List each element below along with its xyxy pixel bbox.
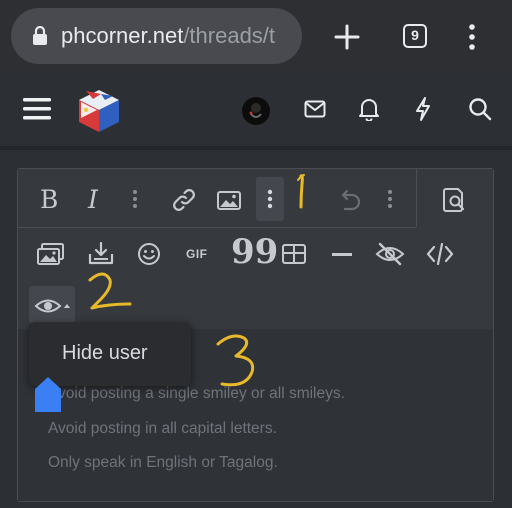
mail-icon[interactable] [304,100,326,118]
tab-switcher-button[interactable]: 9 [403,24,427,48]
code-icon[interactable] [426,242,454,266]
url-path: /threads/t [183,23,276,48]
bell-icon[interactable] [358,97,380,121]
bold-button[interactable]: B [40,185,58,214]
undo-icon[interactable] [338,189,362,211]
menu-icon[interactable] [23,97,51,121]
more-insert-icon [267,189,273,209]
search-icon[interactable] [468,97,492,121]
browser-menu-icon[interactable] [469,24,475,55]
url-domain: phcorner.net [61,23,184,48]
text-selection-handle[interactable] [34,376,62,413]
browser-toolbar: phcorner.net/threads/t 9 [0,0,512,74]
annotation-number-3 [212,330,260,395]
smiley-icon[interactable] [137,242,161,266]
toolbar-separator [416,169,417,227]
placeholder-line-3: Only speak in English or Tagalog. [48,454,278,471]
avatar[interactable] [241,96,271,126]
placeholder-line-2: Avoid posting in all capital letters. [48,420,277,437]
gif-button[interactable]: GIF [186,247,208,261]
horizontal-line-icon[interactable] [332,253,352,257]
annotation-number-2 [86,270,136,317]
url-text: phcorner.net/threads/t [61,23,275,49]
hide-menu-button[interactable] [29,286,75,324]
placeholder-line-1: Avoid posting a single smiley or all smi… [48,385,345,402]
site-header [0,74,512,146]
address-bar[interactable]: phcorner.net/threads/t [11,8,302,64]
more-insert-button[interactable] [256,177,284,221]
lightning-icon[interactable] [414,96,432,122]
table-icon[interactable] [282,244,306,264]
lock-icon [32,25,48,51]
site-logo[interactable] [75,87,123,135]
preview-icon[interactable] [442,187,468,213]
image-icon[interactable] [217,191,241,210]
annotation-number-1 [292,172,312,217]
italic-button[interactable]: I [88,185,98,214]
more-options-icon[interactable] [387,189,393,209]
media-icon[interactable] [37,242,65,266]
link-icon[interactable] [172,189,196,211]
hide-user-menu-item[interactable]: Hide user [62,342,148,365]
new-tab-icon[interactable] [334,24,360,55]
hide-eye-slash-icon[interactable] [375,242,405,266]
header-divider [0,146,512,150]
eye-icon [34,296,70,316]
attach-upload-icon[interactable] [88,241,114,266]
more-text-options-icon[interactable] [132,189,138,209]
quote-button[interactable]: 99 [231,235,278,269]
